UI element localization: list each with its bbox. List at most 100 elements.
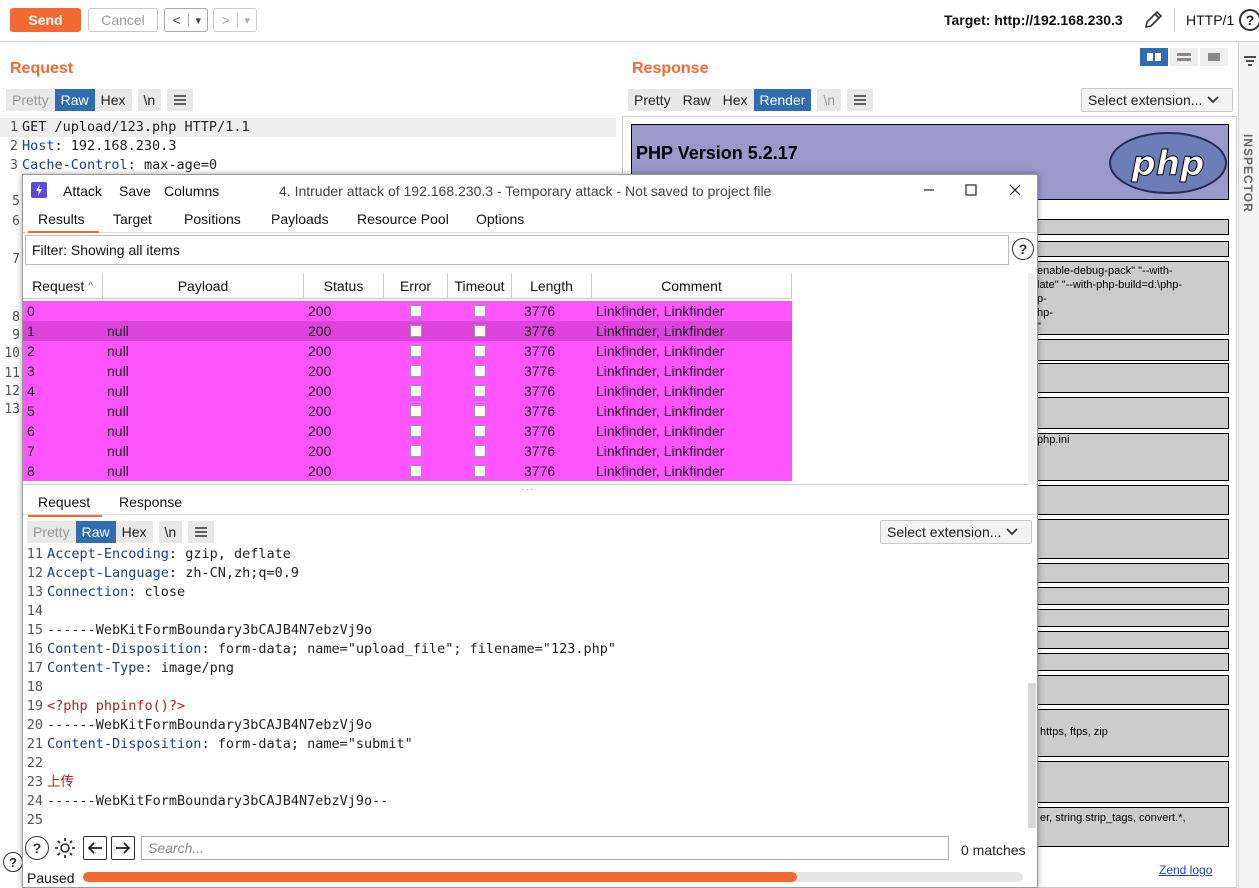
request-editor[interactable]: 1 GET /upload/123.php HTTP/1.1 2 Host : …: [0, 118, 620, 175]
cell-status: 200: [308, 363, 332, 379]
help-icon[interactable]: ?: [25, 836, 49, 860]
column-header-length[interactable]: Length: [512, 273, 592, 299]
tab-pretty[interactable]: Pretty: [27, 521, 76, 543]
tab-positions[interactable]: Positions: [184, 211, 241, 227]
forward-button[interactable]: >: [214, 9, 237, 31]
tab-pretty[interactable]: Pretty: [6, 89, 55, 111]
table-row[interactable]: 6 null 200 3776 Linkfinder, Linkfinder: [23, 421, 792, 441]
tab-newline[interactable]: \n: [137, 89, 162, 111]
column-header-status[interactable]: Status: [304, 273, 384, 299]
table-row[interactable]: 3 null 200 3776 Linkfinder, Linkfinder: [23, 361, 792, 381]
inspector-sidebar[interactable]: INSPECTOR: [1238, 42, 1259, 888]
menu-save[interactable]: Save: [119, 183, 151, 199]
layout-split-icon[interactable]: [1140, 48, 1168, 66]
checkbox: [410, 325, 422, 337]
table-row[interactable]: 4 null 200 3776 Linkfinder, Linkfinder: [23, 381, 792, 401]
cell-timeout: [448, 461, 512, 481]
column-header-error[interactable]: Error: [384, 273, 448, 299]
zend-logo-link[interactable]: Zend logo: [1159, 863, 1212, 877]
back-dropdown-icon[interactable]: ▾: [189, 9, 207, 31]
table-row[interactable]: 5 null 200 3776 Linkfinder, Linkfinder: [23, 401, 792, 421]
column-header-comment[interactable]: Comment: [592, 273, 792, 299]
minimize-button[interactable]: [918, 179, 940, 201]
tab-newline[interactable]: \n: [817, 89, 842, 111]
code-line: 2 Host : 192.168.230.3: [0, 137, 620, 156]
checkbox: [410, 365, 422, 377]
tab-render[interactable]: Render: [753, 89, 812, 111]
maximize-button[interactable]: [960, 179, 982, 201]
header-value: form-data; name="upload_file"; filename=…: [217, 641, 616, 657]
cell-length: 3776: [524, 463, 556, 479]
settings-gear-icon[interactable]: [53, 836, 77, 860]
detail-tabs: Request Response: [23, 487, 1037, 517]
menu-columns[interactable]: Columns: [164, 183, 219, 199]
line-number: 21: [26, 736, 43, 752]
header-key: Host: [22, 138, 55, 154]
help-icon[interactable]: ?: [3, 852, 23, 872]
tab-raw[interactable]: Raw: [75, 521, 116, 543]
line-number: 16: [26, 641, 43, 657]
menu-icon[interactable]: [847, 89, 874, 111]
column-header-payload[interactable]: Payload: [103, 273, 304, 299]
tab-pretty[interactable]: Pretty: [628, 89, 677, 111]
table-row[interactable]: 8 null 200 3776 Linkfinder, Linkfinder: [23, 461, 792, 481]
tab-request[interactable]: Request: [27, 494, 103, 517]
tab-raw[interactable]: Raw: [54, 89, 95, 111]
layout-stacked-icon[interactable]: [1170, 48, 1198, 66]
send-button[interactable]: Send: [10, 8, 81, 32]
tab-hex[interactable]: Hex: [115, 521, 153, 543]
next-match-button[interactable]: [111, 836, 135, 860]
cancel-button[interactable]: Cancel: [88, 8, 158, 32]
http-version-label[interactable]: HTTP/1: [1186, 12, 1234, 28]
checkbox: [474, 465, 486, 477]
code-line: 22: [23, 754, 1023, 773]
tab-hex[interactable]: Hex: [716, 89, 754, 111]
column-header-request[interactable]: Request ^: [23, 273, 103, 299]
search-input[interactable]: Search...: [141, 836, 949, 860]
tab-payloads[interactable]: Payloads: [271, 211, 329, 227]
tab-resource-pool[interactable]: Resource Pool: [357, 211, 449, 227]
table-row[interactable]: 0 200 3776 Linkfinder, Linkfinder: [23, 301, 792, 321]
line-number: 18: [26, 679, 43, 695]
line-number: 19: [26, 698, 43, 714]
table-scrollbar[interactable]: [1028, 273, 1036, 485]
edit-target-icon[interactable]: [1142, 9, 1164, 31]
line-number: 11: [4, 366, 20, 381]
select-extension-dropdown[interactable]: Select extension...: [880, 520, 1032, 544]
code-line: 16 Content-Disposition: form-data; name="…: [23, 640, 1023, 659]
tab-results[interactable]: Results: [28, 211, 99, 233]
request-body-editor[interactable]: 11 Accept-Encoding: gzip, deflate 12 Accept…: [23, 545, 1023, 830]
help-icon[interactable]: ?: [1012, 238, 1034, 260]
table-row[interactable]: 2 null 200 3776 Linkfinder, Linkfinder: [23, 341, 792, 361]
cell-error: [384, 401, 448, 421]
tab-newline[interactable]: \n: [158, 521, 183, 543]
layout-single-icon[interactable]: [1200, 48, 1228, 66]
results-filter-bar[interactable]: Filter: Showing all items: [25, 235, 1009, 265]
table-row[interactable]: 1 null 200 3776 Linkfinder, Linkfinder: [23, 321, 792, 341]
menu-icon[interactable]: [167, 89, 194, 111]
cell-request: 5: [27, 403, 35, 419]
tab-options[interactable]: Options: [476, 211, 524, 227]
checkbox: [474, 425, 486, 437]
cell-request: 2: [27, 343, 35, 359]
menu-attack[interactable]: Attack: [63, 183, 102, 199]
tab-hex[interactable]: Hex: [94, 89, 132, 111]
previous-match-button[interactable]: [83, 836, 107, 860]
help-icon[interactable]: ?: [1239, 9, 1259, 31]
editor-scrollbar[interactable]: [1028, 683, 1036, 828]
back-button[interactable]: <: [165, 9, 188, 31]
forward-dropdown-icon[interactable]: ▾: [238, 9, 256, 31]
line-text: <?php phpinfo()?>: [47, 698, 186, 714]
menu-icon[interactable]: [188, 521, 215, 543]
column-header-timeout[interactable]: Timeout: [448, 273, 512, 299]
table-row[interactable]: 7 null 200 3776 Linkfinder, Linkfinder: [23, 441, 792, 461]
tab-raw[interactable]: Raw: [676, 89, 717, 111]
tab-target[interactable]: Target: [113, 211, 152, 227]
info-text: ": [1037, 321, 1041, 333]
close-button[interactable]: [1004, 179, 1026, 201]
cell-length: 3776: [524, 323, 556, 339]
tab-response[interactable]: Response: [119, 494, 182, 510]
select-extension-dropdown[interactable]: Select extension...: [1081, 88, 1233, 112]
cell-status: 200: [308, 463, 332, 479]
filter-icon[interactable]: [1243, 54, 1257, 68]
